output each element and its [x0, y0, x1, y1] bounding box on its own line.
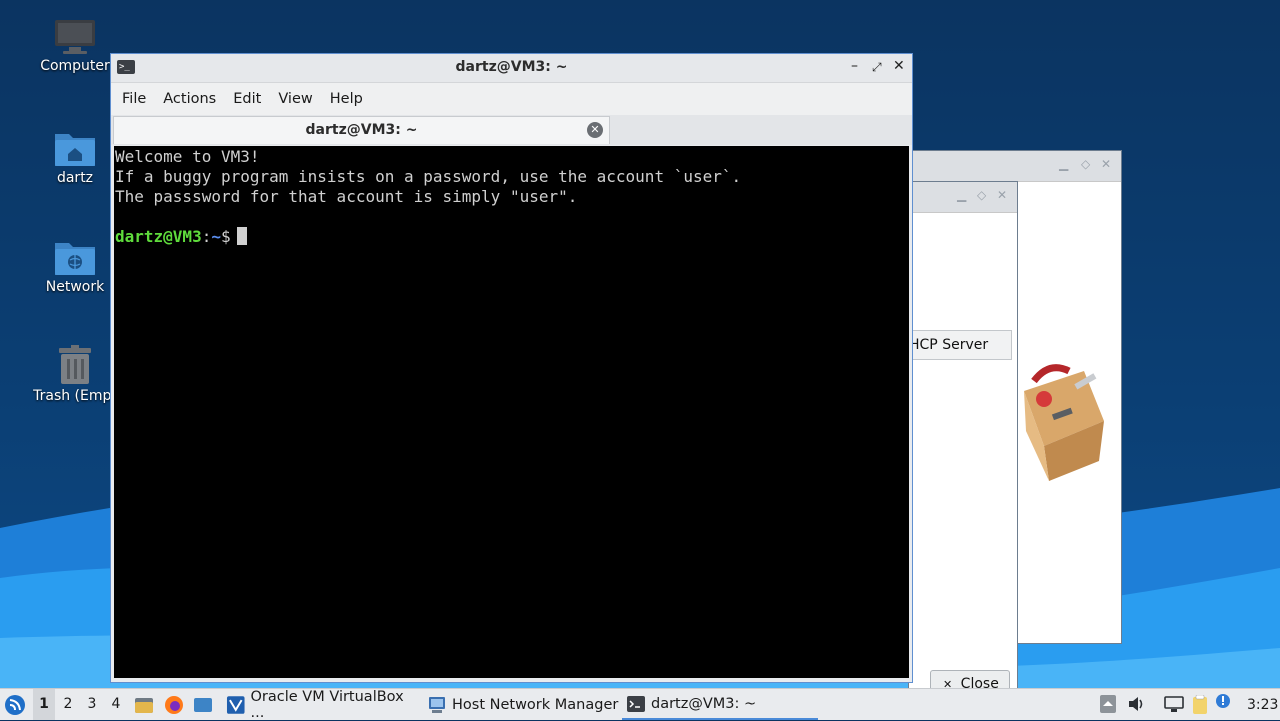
- virtualbox-icon: [226, 695, 245, 714]
- terminal-screen[interactable]: Welcome to VM3! If a buggy program insis…: [114, 146, 909, 678]
- start-menu-button[interactable]: [4, 689, 26, 720]
- window-titlebar[interactable]: ▁ ◇ ✕: [909, 182, 1017, 213]
- tab-label: HCP Server: [909, 337, 989, 353]
- computer-icon: [55, 20, 95, 54]
- close-icon[interactable]: ✕: [1101, 157, 1111, 171]
- window-titlebar[interactable]: >_ dartz@VM3: ~ – ⤢ ✕: [111, 54, 912, 83]
- task-label: Host Network Manager: [452, 696, 619, 713]
- minimize-icon[interactable]: ▁: [957, 188, 966, 202]
- window-title: dartz@VM3: ~: [455, 59, 568, 75]
- taskbar: 1 2 3 4 Oracle VM VirtualBox ... Host Ne…: [0, 688, 1280, 721]
- network-manager-icon: [429, 696, 445, 713]
- update-info-icon: [1216, 694, 1230, 708]
- task-label: dartz@VM3: ~: [651, 695, 757, 712]
- menu-actions[interactable]: Actions: [158, 91, 228, 107]
- close-icon[interactable]: ✕: [893, 58, 905, 74]
- tray-network[interactable]: [1164, 695, 1184, 717]
- tray-clipboard[interactable]: [1190, 694, 1210, 719]
- task-host-network-manager[interactable]: Host Network Manager: [423, 689, 619, 720]
- menu-view[interactable]: View: [273, 91, 324, 107]
- desktop-icon: [194, 697, 212, 712]
- menu-edit[interactable]: Edit: [228, 91, 273, 107]
- lubuntu-logo-icon: [5, 694, 25, 715]
- workspace-4[interactable]: 4: [105, 689, 127, 720]
- clipboard-icon: [1193, 694, 1207, 714]
- quicklaunch-firefox[interactable]: [164, 689, 184, 720]
- terminal-window[interactable]: >_ dartz@VM3: ~ – ⤢ ✕ File Actions Edit …: [110, 53, 913, 683]
- workspace-1[interactable]: 1: [33, 689, 55, 720]
- tab-bar: dartz@VM3: ~ ✕: [111, 115, 912, 145]
- prompt-symbol: $: [220, 227, 231, 246]
- terminal-tab[interactable]: dartz@VM3: ~ ✕: [113, 116, 610, 144]
- maximize-icon[interactable]: ⤢: [872, 60, 882, 75]
- network-folder-icon: [55, 243, 95, 275]
- tray-show-hidden[interactable]: [1100, 695, 1116, 717]
- tab-title: dartz@VM3: ~: [305, 122, 418, 138]
- maximize-icon[interactable]: ◇: [1081, 157, 1090, 171]
- maximize-icon[interactable]: ◇: [977, 188, 986, 202]
- prompt-user-host: dartz@VM3: [115, 227, 202, 246]
- volume-icon: [1129, 697, 1143, 711]
- quicklaunch-show-desktop[interactable]: [193, 689, 213, 720]
- tab-dhcp-server[interactable]: HCP Server: [908, 330, 1012, 360]
- minimize-icon[interactable]: –: [851, 58, 858, 74]
- task-virtualbox[interactable]: Oracle VM VirtualBox ...: [222, 688, 418, 721]
- toolbox-icon: [1024, 364, 1104, 481]
- tab-close-icon[interactable]: ✕: [587, 122, 603, 138]
- tray-arrow-icon: [1100, 695, 1116, 713]
- menu-file[interactable]: File: [117, 91, 158, 107]
- output-line: If a buggy program insists on a password…: [115, 167, 742, 186]
- network-wired-icon: [1164, 696, 1184, 712]
- quicklaunch-file-manager[interactable]: [134, 689, 154, 720]
- task-terminal[interactable]: dartz@VM3: ~: [622, 689, 818, 720]
- prompt-path: ~: [211, 227, 221, 246]
- tray-volume[interactable]: [1127, 695, 1145, 717]
- file-manager-icon: [135, 697, 153, 713]
- prompt-line[interactable]: dartz@VM3:~$: [115, 227, 908, 247]
- home-folder-icon: [55, 134, 95, 166]
- text-cursor: [236, 227, 247, 245]
- minimize-icon[interactable]: ▁: [1059, 157, 1068, 171]
- tray-updates[interactable]: [1215, 693, 1231, 713]
- workspace-2[interactable]: 2: [57, 689, 79, 720]
- window-titlebar[interactable]: ▁ ◇ ✕: [909, 151, 1121, 182]
- menu-bar: File Actions Edit View Help: [111, 83, 912, 115]
- trash-icon: [59, 345, 91, 384]
- close-icon[interactable]: ✕: [997, 188, 1007, 202]
- terminal-icon: [627, 695, 645, 712]
- background-window-virtualbox[interactable]: ▁ ◇ ✕: [908, 181, 1018, 693]
- output-line: Welcome to VM3!: [115, 147, 260, 166]
- workspace-3[interactable]: 3: [81, 689, 103, 720]
- clock[interactable]: 3:23: [1247, 689, 1278, 720]
- firefox-icon: [165, 695, 183, 714]
- task-label: Oracle VM VirtualBox ...: [250, 688, 404, 721]
- output-line: The passsword for that account is simply…: [115, 187, 578, 206]
- prompt-separator: :: [201, 227, 212, 246]
- menu-help[interactable]: Help: [325, 91, 375, 107]
